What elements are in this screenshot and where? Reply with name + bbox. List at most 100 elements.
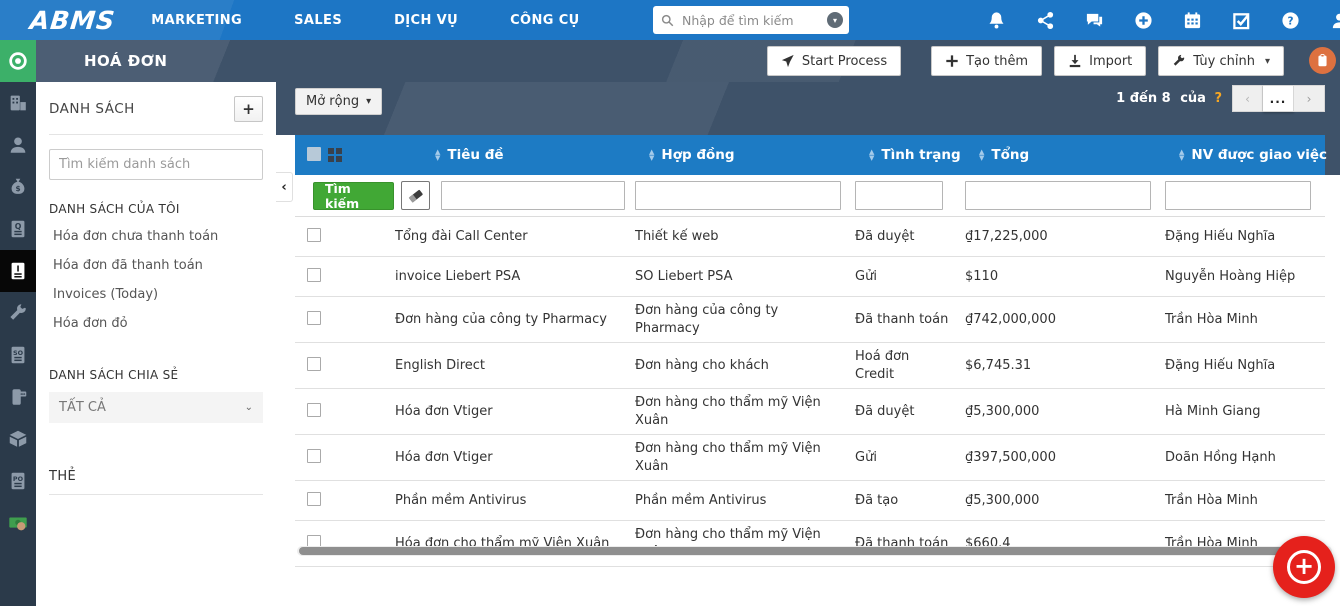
target-icon[interactable] <box>0 40 36 82</box>
grid-view-icon[interactable] <box>328 147 343 163</box>
row-checkbox[interactable] <box>307 227 321 242</box>
column-header-tinh-trang[interactable]: ▲ ▼ Tình trạng <box>855 147 965 163</box>
clipboard-badge[interactable] <box>1309 47 1336 74</box>
scrollbar-thumb[interactable] <box>299 547 1324 555</box>
cell-total: ₫397,500,000 <box>965 450 1056 466</box>
list-search-input[interactable] <box>49 149 263 180</box>
cell-assignee: Doãn Hồng Hạnh <box>1165 450 1276 466</box>
product-box-icon[interactable] <box>0 418 36 460</box>
filter-input-contract[interactable] <box>635 181 841 210</box>
list-item-hoa-don-da-thanh-toan[interactable]: Hóa đơn đã thanh toán <box>49 251 263 280</box>
row-checkbox[interactable] <box>307 448 321 463</box>
row-checkbox[interactable] <box>307 310 321 325</box>
column-header-tong[interactable]: ▲ ▼ Tổng <box>965 147 1165 163</box>
chat-icon[interactable] <box>1085 11 1104 30</box>
cell-title: Đơn hàng của công ty Pharmacy <box>395 311 607 327</box>
table-row[interactable]: invoice Liebert PSA SO Liebert PSA Gửi $110… <box>295 257 1325 297</box>
sales-order-icon[interactable]: SO <box>0 334 36 376</box>
filter-input-title[interactable] <box>441 181 625 210</box>
global-search[interactable]: ▾ <box>653 6 849 34</box>
sort-arrows-icon[interactable]: ▲ ▼ <box>435 149 440 162</box>
list-item-hoa-don-do[interactable]: Hóa đơn đỏ <box>49 309 263 338</box>
contacts-icon[interactable] <box>0 124 36 166</box>
app-logo[interactable]: ABMS <box>28 6 116 35</box>
quick-create-fab[interactable]: + <box>1273 536 1335 598</box>
nav-item-dich-vu[interactable]: DỊCH VỤ <box>394 13 458 28</box>
help-icon[interactable]: ? <box>1281 11 1300 30</box>
create-button[interactable]: Tạo thêm <box>931 46 1043 76</box>
plus-circle-icon[interactable] <box>1134 11 1153 30</box>
column-header-hop-dong[interactable]: ▲ ▼ Hợp đồng <box>635 147 855 163</box>
row-checkbox[interactable] <box>307 356 321 371</box>
table-search-button[interactable]: Tìm kiếm <box>313 181 394 211</box>
share-nodes-icon[interactable] <box>1036 11 1055 30</box>
row-checkbox[interactable] <box>307 491 321 506</box>
add-list-button[interactable]: + <box>234 96 263 122</box>
list-item-hoa-don-chua-thanh-toan[interactable]: Hóa đơn chưa thanh toán <box>49 222 263 251</box>
company-icon[interactable] <box>0 82 36 124</box>
sidebar-collapse-handle[interactable]: ‹ <box>276 172 293 202</box>
cell-title: English Direct <box>395 357 485 373</box>
module-rail: $ Q I SO PO <box>0 40 36 606</box>
nav-item-cong-cu[interactable]: CÔNG CỤ <box>510 13 580 28</box>
horizontal-scrollbar[interactable] <box>297 546 1332 556</box>
shared-lists-dropdown[interactable]: TẤT CẢ ⌄ <box>49 392 263 423</box>
start-process-button[interactable]: Start Process <box>766 46 902 76</box>
list-item-invoices-today[interactable]: Invoices (Today) <box>49 280 263 309</box>
row-checkbox[interactable] <box>307 267 321 282</box>
filter-input-status[interactable] <box>855 181 944 210</box>
table-row[interactable]: Tổng đài Call Center Thiết kế web Đã duyệt… <box>295 217 1325 257</box>
tasks-check-icon[interactable] <box>1232 11 1251 30</box>
invoice-doc-icon[interactable]: I <box>0 250 36 292</box>
clear-filter-button[interactable] <box>400 181 430 210</box>
nav-item-sales[interactable]: SALES <box>294 13 342 28</box>
expand-button[interactable]: Mở rộng ▾ <box>295 88 383 115</box>
sort-arrows-icon[interactable]: ▲ ▼ <box>869 149 874 162</box>
my-lists: Hóa đơn chưa thanh toán Hóa đơn đã thanh … <box>49 222 263 338</box>
sort-arrows-icon[interactable]: ▲ ▼ <box>649 149 654 162</box>
select-all-checkbox[interactable] <box>307 146 321 161</box>
filter-input-assignee[interactable] <box>1165 181 1311 210</box>
calendar-icon[interactable] <box>1183 11 1202 30</box>
table-row[interactable]: Đơn hàng của công ty Pharmacy Đơn hàng củ… <box>295 297 1325 344</box>
global-search-input[interactable] <box>680 11 827 29</box>
phone-message-icon[interactable] <box>0 376 36 418</box>
row-checkbox[interactable] <box>307 402 321 417</box>
table-row[interactable]: English Direct Đơn hàng cho khách Hoá đơn … <box>295 343 1325 390</box>
payment-icon[interactable] <box>0 502 36 544</box>
chevron-down-icon: ▾ <box>1264 55 1270 67</box>
cell-assignee: Hà Minh Giang <box>1165 403 1261 419</box>
pagination-text: 1 đến 8 của ? <box>1116 91 1222 106</box>
bell-icon[interactable] <box>987 11 1006 30</box>
table-row[interactable]: Hóa đơn Vtiger Đơn hàng cho thẩm mỹ Viện … <box>295 435 1325 482</box>
filter-input-total[interactable] <box>965 181 1151 210</box>
cell-contract: Đơn hàng cho thẩm mỹ Viện Xuân <box>635 441 821 474</box>
cell-assignee: Đặng Hiếu Nghĩa <box>1165 228 1276 244</box>
cell-total: ₫742,000,000 <box>965 311 1056 327</box>
caret-circle-icon[interactable]: ▾ <box>827 12 843 28</box>
user-icon[interactable] <box>1330 11 1340 30</box>
table-row[interactable]: Phần mềm Antivirus Phần mềm Antivirus Đã t… <box>295 481 1325 522</box>
nav-item-marketing[interactable]: MARKETING <box>151 13 242 28</box>
next-page-button[interactable]: › <box>1294 85 1325 112</box>
import-button[interactable]: Import <box>1054 46 1147 76</box>
table-row[interactable]: Hóa đơn cho thẩm mỹ Viện Xuân Đơn hàng ch… <box>295 521 1325 568</box>
customize-button[interactable]: Tùy chỉnh ▾ <box>1158 46 1284 76</box>
money-bag-icon[interactable]: $ <box>0 166 36 208</box>
record-count-link[interactable]: ? <box>1214 91 1222 106</box>
sort-arrows-icon[interactable]: ▲ ▼ <box>1179 149 1184 162</box>
sidebar-title: DANH SÁCH <box>49 101 135 117</box>
column-header-nv-duoc-giao-viec[interactable]: ▲ ▼ NV được giao việc <box>1165 147 1327 163</box>
cell-contract: Đơn hàng cho thẩm mỹ Viện Xuân <box>635 527 821 560</box>
svg-text:$: $ <box>15 184 20 193</box>
app-window: ABMS MARKETING SALES DỊCH VỤ CÔNG CỤ ▾ ? $ … <box>0 0 1340 606</box>
page-jump-button[interactable]: ... <box>1263 85 1294 112</box>
prev-page-button[interactable]: ‹ <box>1232 85 1263 112</box>
quote-doc-icon[interactable]: Q <box>0 208 36 250</box>
table-row[interactable]: Hóa đơn Vtiger Đơn hàng cho thẩm mỹ Viện … <box>295 389 1325 436</box>
cell-total: ₫5,300,000 <box>965 403 1040 419</box>
service-wrench-icon[interactable] <box>0 292 36 334</box>
sort-arrows-icon[interactable]: ▲ ▼ <box>979 149 984 162</box>
purchase-order-icon[interactable]: PO <box>0 460 36 502</box>
column-header-tieu-de[interactable]: ▲ ▼ Tiêu đề <box>395 147 635 163</box>
